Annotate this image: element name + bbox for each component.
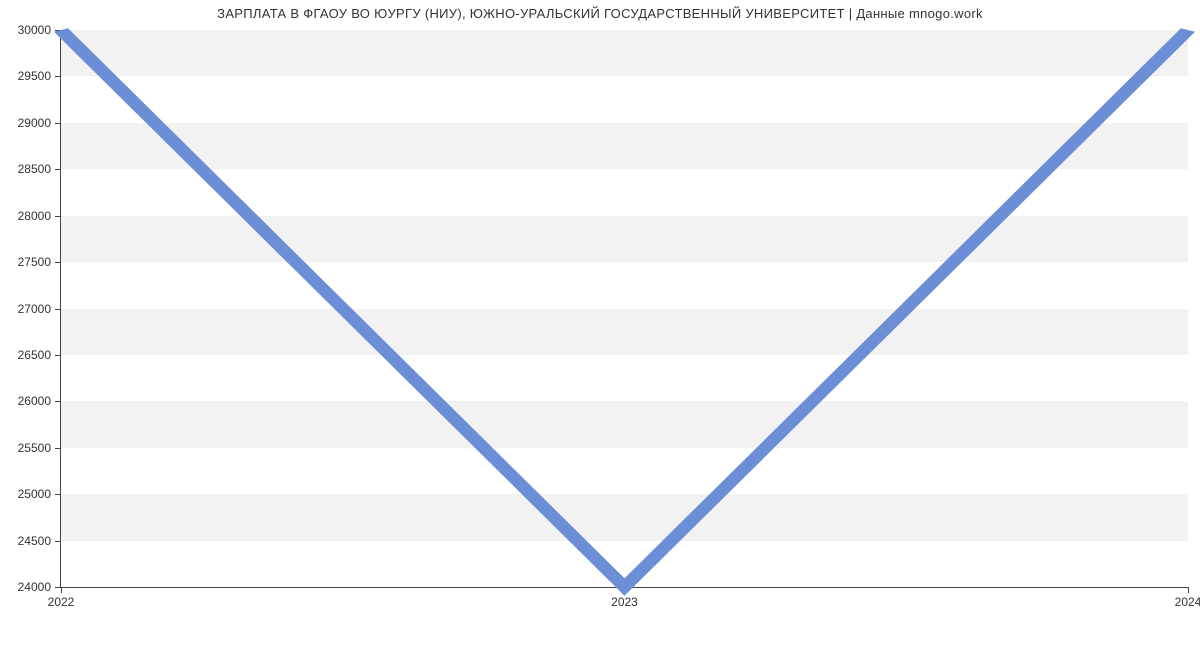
y-tick-label: 26500 [18, 348, 51, 362]
y-tick-label: 28000 [18, 209, 51, 223]
y-tick-label: 27500 [18, 255, 51, 269]
chart-container: ЗАРПЛАТА В ФГАОУ ВО ЮУРГУ (НИУ), ЮЖНО-УР… [0, 0, 1200, 650]
plot-area: 24000 24500 25000 25500 26000 26500 2700… [60, 30, 1188, 588]
y-tick-label: 24500 [18, 534, 51, 548]
y-tick-label: 29500 [18, 69, 51, 83]
y-tick-label: 28500 [18, 162, 51, 176]
y-tick-label: 25500 [18, 441, 51, 455]
y-tick-label: 24000 [18, 580, 51, 594]
y-tick-label: 27000 [18, 302, 51, 316]
x-tick [61, 587, 62, 593]
y-tick-label: 29000 [18, 116, 51, 130]
line-series [61, 30, 1188, 587]
x-tick-label: 2022 [48, 595, 75, 609]
chart-title: ЗАРПЛАТА В ФГАОУ ВО ЮУРГУ (НИУ), ЮЖНО-УР… [0, 6, 1200, 21]
x-tick [1188, 587, 1189, 593]
y-tick-label: 26000 [18, 394, 51, 408]
y-tick-label: 25000 [18, 487, 51, 501]
x-tick-label: 2023 [611, 595, 638, 609]
y-tick-label: 30000 [18, 23, 51, 37]
x-tick-label: 2024 [1175, 595, 1200, 609]
